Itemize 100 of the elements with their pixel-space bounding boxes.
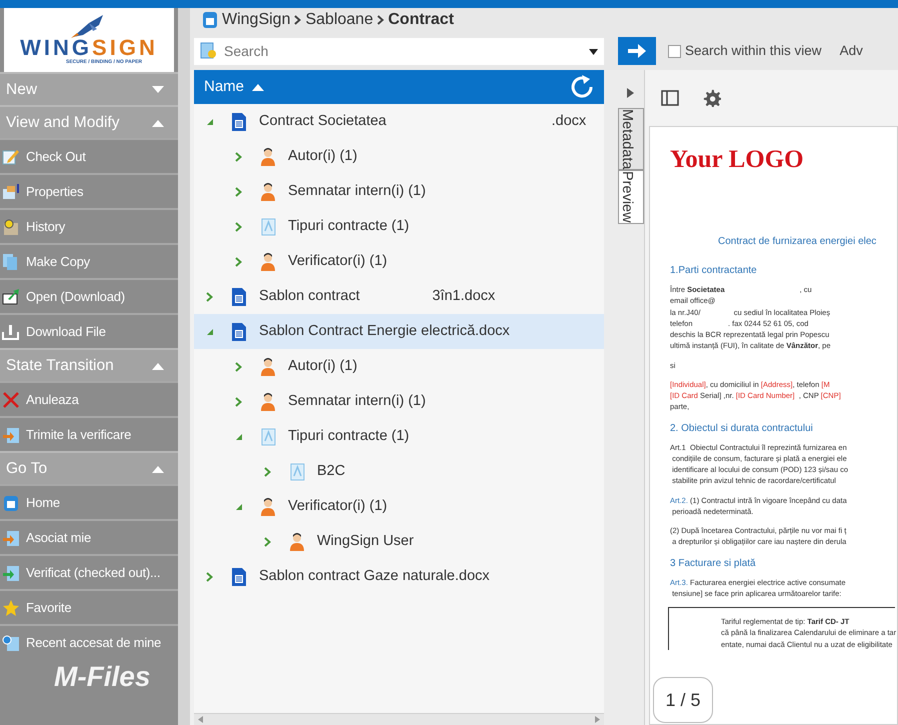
checkbox-label[interactable]: Search within this view (685, 40, 822, 62)
properties-icon (2, 182, 20, 200)
tree-row[interactable]: Sablon contract Gaze naturale.docx (194, 559, 604, 594)
caret-icon (152, 362, 164, 370)
breadcrumb-link[interactable]: WingSign (222, 8, 290, 32)
tree-label: Sablon Contract Energie electrică.docx (259, 322, 510, 341)
expanded-icon[interactable] (206, 118, 214, 126)
chevron-icon[interactable] (264, 536, 271, 546)
open-icon (2, 288, 20, 306)
tree-row[interactable]: Tipuri contracte (1) (194, 209, 604, 244)
class-icon (259, 216, 277, 236)
horizontal-scrollbar[interactable] (194, 713, 604, 725)
tree-label: Verificator(i) (1) (288, 496, 388, 516)
advanced-search-link[interactable]: Adv (840, 40, 863, 62)
document-icon (230, 112, 248, 132)
person-icon (259, 182, 277, 202)
search-icon (200, 42, 218, 60)
tree-row[interactable]: B2C (194, 454, 604, 489)
caret-icon (152, 86, 164, 94)
section-heading: 3 Facturare si plată (670, 556, 757, 570)
panel-toggle-icon[interactable] (661, 90, 679, 106)
tree-label: Autor(i) (1) (288, 356, 358, 376)
chevron-icon[interactable] (264, 466, 271, 476)
logo-heading: Your LOGO (670, 147, 805, 172)
vault-icon (202, 11, 218, 29)
search-field[interactable]: Search (194, 38, 604, 64)
tree-label: Sablon contract Gaze naturale.docx (259, 566, 490, 586)
sort-ascending-icon[interactable] (252, 83, 264, 91)
person-icon (259, 496, 277, 516)
tree-row[interactable]: Sablon contract 3în1.docx (194, 279, 604, 314)
tree-row[interactable]: Verificator(i) (1) (194, 489, 604, 524)
settings-icon[interactable] (703, 89, 721, 107)
vault-icon (2, 494, 20, 512)
tree-row[interactable]: Semnatar intern(i) (1) (194, 174, 604, 209)
tree-row[interactable]: Autor(i) (1) (194, 349, 604, 384)
star-icon (2, 598, 20, 616)
side-tab[interactable]: Preview (618, 170, 644, 224)
chevron-icon[interactable] (206, 292, 213, 302)
expanded-icon[interactable] (235, 432, 243, 440)
person-icon (259, 356, 277, 376)
breadcrumb-link[interactable]: Contract (388, 8, 454, 32)
section-heading: 1.Parti contractante (670, 264, 758, 278)
person-icon (259, 392, 277, 412)
chevron-icon[interactable] (235, 396, 242, 406)
tree-label: Tipuri contracte (1) (288, 216, 410, 236)
scroll-left-icon[interactable] (198, 716, 203, 723)
chevron-icon[interactable] (206, 572, 213, 582)
tree-label: WingSign User (317, 532, 414, 551)
tree-label: Autor(i) (1) (288, 146, 358, 166)
logo-text: WING (20, 37, 92, 60)
scroll-right-icon[interactable] (595, 716, 600, 723)
person-icon (288, 532, 306, 552)
dropdown-caret-icon[interactable] (589, 48, 598, 54)
chevron-icon[interactable] (235, 362, 242, 372)
download-icon (2, 322, 20, 340)
expanded-icon[interactable] (206, 328, 214, 336)
side-tab[interactable]: Metadata (618, 108, 644, 170)
document-icon (230, 566, 248, 586)
tree-row[interactable]: WingSign User (194, 524, 604, 559)
tree-row[interactable]: Contract Societatea .docx (194, 104, 604, 139)
search-button[interactable] (618, 37, 656, 65)
chevron-icon[interactable] (235, 222, 242, 232)
history-icon (2, 218, 20, 236)
tree-row[interactable]: Tipuri contracte (1) (194, 419, 604, 454)
tree-label: Contract Societatea .docx (259, 112, 586, 131)
caret-icon (152, 464, 164, 472)
clipboard-arrow-icon (2, 426, 20, 444)
column-header[interactable]: Name (204, 76, 244, 98)
document-title: Contract de furnizarea energiei elec (718, 235, 878, 249)
tree-label: B2C (317, 462, 346, 481)
person-icon (259, 146, 277, 166)
tree-label: Semnatar intern(i) (1) (288, 182, 426, 201)
tree-label: Sablon contract 3în1.docx (259, 286, 496, 306)
clipboard-arrow-icon (2, 564, 20, 582)
tree-row[interactable]: Sablon Contract Energie electrică.docx (194, 314, 604, 349)
arrow-right-icon (628, 44, 646, 58)
tree-row[interactable]: Autor(i) (1) (194, 139, 604, 174)
chevron-icon[interactable] (235, 152, 242, 162)
chevron-icon (377, 15, 384, 25)
class-icon (288, 462, 306, 482)
chevron-icon[interactable] (235, 256, 242, 266)
recent-icon (2, 634, 20, 652)
chevron-icon[interactable] (235, 186, 242, 196)
tree-row[interactable]: Verificator(i) (1) (194, 244, 604, 279)
expanded-icon[interactable] (235, 502, 243, 510)
caret-icon (152, 118, 164, 126)
document-icon (230, 322, 248, 342)
logo-text: SIGN (92, 37, 158, 60)
section-heading: 2. Obiectul si durata contractului (670, 422, 814, 436)
breadcrumb-link[interactable]: Sabloane (305, 8, 374, 32)
tree-label: Tipuri contracte (1) (288, 426, 410, 446)
expand-pane-icon[interactable] (627, 88, 634, 98)
tree-label: Verificator(i) (1) (288, 252, 388, 271)
clipboard-arrow-icon (2, 528, 20, 546)
person-icon (259, 252, 277, 272)
checkbox[interactable] (668, 44, 681, 58)
tree-row[interactable]: Semnatar intern(i) (1) (194, 384, 604, 419)
refresh-icon[interactable] (570, 75, 594, 99)
copy-icon (2, 252, 20, 270)
tree-label: Semnatar intern(i) (1) (288, 392, 426, 411)
